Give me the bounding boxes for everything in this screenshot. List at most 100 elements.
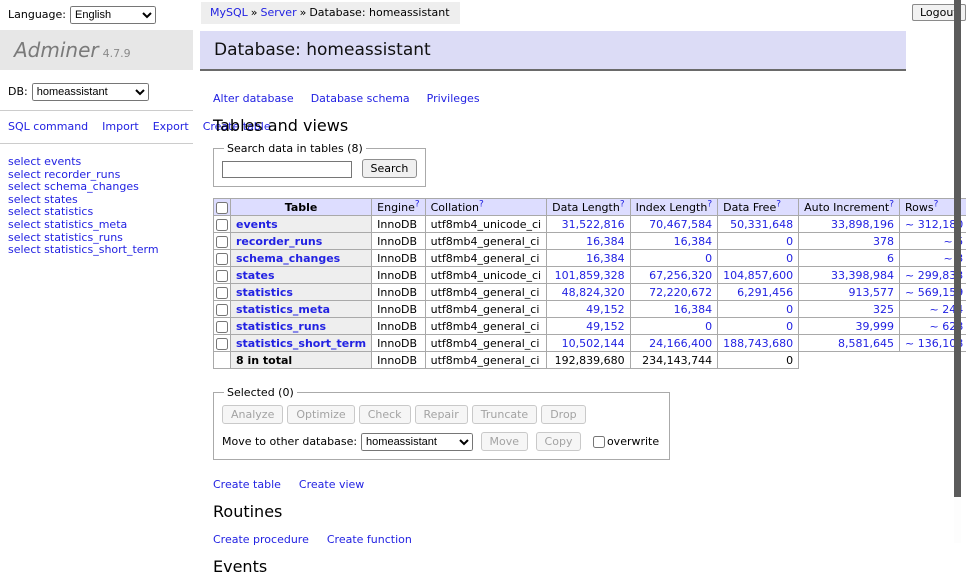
data-length-link[interactable]: 16,384 bbox=[586, 252, 625, 265]
data-free-link[interactable]: 50,331,648 bbox=[730, 218, 793, 231]
move-database-select[interactable]: homeassistant bbox=[361, 433, 473, 451]
data-free-link[interactable]: 0 bbox=[786, 252, 793, 265]
index-length-link[interactable]: 72,220,672 bbox=[649, 286, 712, 299]
index-length-link[interactable]: 67,256,320 bbox=[649, 269, 712, 282]
move-button[interactable]: Move bbox=[481, 432, 529, 451]
help-icon[interactable]: ? bbox=[479, 199, 484, 209]
data-length-link[interactable]: 48,824,320 bbox=[562, 286, 625, 299]
drop-button[interactable]: Drop bbox=[541, 405, 585, 424]
row-checkbox[interactable] bbox=[216, 304, 228, 316]
row-checkbox[interactable] bbox=[216, 253, 228, 265]
index-length-link[interactable]: 16,384 bbox=[674, 303, 713, 316]
repair-button[interactable]: Repair bbox=[415, 405, 468, 424]
row-checkbox[interactable] bbox=[216, 270, 228, 282]
table-name-link[interactable]: events bbox=[236, 218, 278, 231]
data-length-link[interactable]: 31,522,816 bbox=[562, 218, 625, 231]
search-input[interactable] bbox=[222, 161, 352, 178]
alter-database-link[interactable]: Alter database bbox=[213, 92, 294, 105]
data-length-link[interactable]: 49,152 bbox=[586, 320, 625, 333]
sidebar-select-link[interactable]: select events bbox=[8, 156, 193, 169]
table-name-link[interactable]: statistics_runs bbox=[236, 320, 326, 333]
copy-button[interactable]: Copy bbox=[536, 432, 582, 451]
data-length-link[interactable]: 16,384 bbox=[586, 235, 625, 248]
sidebar-link-sql-command[interactable]: SQL command bbox=[8, 120, 88, 133]
total-index-length: 234,143,744 bbox=[630, 352, 718, 369]
row-checkbox[interactable] bbox=[216, 219, 228, 231]
auto-increment-link[interactable]: 6 bbox=[887, 252, 894, 265]
table-name-link[interactable]: statistics_meta bbox=[236, 303, 330, 316]
index-length-link[interactable]: 24,166,400 bbox=[649, 337, 712, 350]
truncate-button[interactable]: Truncate bbox=[472, 405, 537, 424]
data-free-link[interactable]: 0 bbox=[786, 303, 793, 316]
auto-increment-link[interactable]: 33,898,196 bbox=[831, 218, 894, 231]
table-name-link[interactable]: recorder_runs bbox=[236, 235, 322, 248]
data-length-link[interactable]: 10,502,144 bbox=[562, 337, 625, 350]
overwrite-checkbox[interactable] bbox=[593, 436, 605, 448]
index-length-cell: 0 bbox=[630, 318, 718, 335]
table-name-link[interactable]: statistics bbox=[236, 286, 293, 299]
privileges-link[interactable]: Privileges bbox=[427, 92, 480, 105]
index-length-link[interactable]: 70,467,584 bbox=[649, 218, 712, 231]
help-icon[interactable]: ? bbox=[776, 199, 781, 209]
app-version[interactable]: 4.7.9 bbox=[103, 47, 131, 60]
data-free-link[interactable]: 6,291,456 bbox=[737, 286, 793, 299]
data-free-link[interactable]: 188,743,680 bbox=[723, 337, 793, 350]
auto-increment-link[interactable]: 39,999 bbox=[856, 320, 895, 333]
help-icon[interactable]: ? bbox=[707, 199, 712, 209]
sidebar-link-import[interactable]: Import bbox=[102, 120, 139, 133]
optimize-button[interactable]: Optimize bbox=[287, 405, 354, 424]
auto-increment-link[interactable]: 325 bbox=[873, 303, 894, 316]
table-name-link[interactable]: schema_changes bbox=[236, 252, 340, 265]
index-length-cell: 24,166,400 bbox=[630, 335, 718, 352]
table-name-cell: statistics bbox=[231, 284, 372, 301]
scrollbar-thumb[interactable] bbox=[954, 0, 961, 497]
analyze-button[interactable]: Analyze bbox=[222, 405, 283, 424]
help-icon[interactable]: ? bbox=[620, 199, 625, 209]
data-length-link[interactable]: 49,152 bbox=[586, 303, 625, 316]
auto-increment-link[interactable]: 378 bbox=[873, 235, 894, 248]
data-free-link[interactable]: 0 bbox=[786, 320, 793, 333]
index-length-link[interactable]: 0 bbox=[705, 252, 712, 265]
help-icon[interactable]: ? bbox=[934, 199, 939, 209]
auto-increment-cell: 378 bbox=[799, 233, 900, 250]
row-checkbox[interactable] bbox=[216, 236, 228, 248]
database-schema-link[interactable]: Database schema bbox=[311, 92, 410, 105]
help-icon[interactable]: ? bbox=[889, 199, 894, 209]
auto-increment-link[interactable]: 8,581,645 bbox=[838, 337, 894, 350]
index-length-link[interactable]: 0 bbox=[705, 320, 712, 333]
data-free-link[interactable]: 104,857,600 bbox=[723, 269, 793, 282]
table-name-link[interactable]: statistics_short_term bbox=[236, 337, 366, 350]
select-all-checkbox[interactable] bbox=[216, 202, 228, 214]
search-button[interactable]: Search bbox=[362, 159, 418, 178]
row-checkbox[interactable] bbox=[216, 321, 228, 333]
sidebar-select-link[interactable]: select statistics_meta bbox=[8, 219, 193, 232]
auto-increment-link[interactable]: 913,577 bbox=[849, 286, 895, 299]
row-checkbox[interactable] bbox=[216, 338, 228, 350]
row-checkbox[interactable] bbox=[216, 287, 228, 299]
create-function-link[interactable]: Create function bbox=[327, 533, 412, 546]
app-name[interactable]: Adminer bbox=[14, 38, 99, 62]
breadcrumb-mysql[interactable]: MySQL bbox=[210, 6, 248, 19]
db-select[interactable]: homeassistant bbox=[32, 83, 149, 101]
create-table-link[interactable]: Create table bbox=[213, 478, 281, 491]
breadcrumb-server[interactable]: Server bbox=[261, 6, 297, 19]
auto-increment-link[interactable]: 33,398,984 bbox=[831, 269, 894, 282]
sidebar-link-export[interactable]: Export bbox=[153, 120, 189, 133]
create-procedure-link[interactable]: Create procedure bbox=[213, 533, 309, 546]
table-name-link[interactable]: states bbox=[236, 269, 275, 282]
data-free-link[interactable]: 0 bbox=[786, 235, 793, 248]
data-length-link[interactable]: 101,859,328 bbox=[555, 269, 625, 282]
help-icon[interactable]: ? bbox=[415, 199, 420, 209]
table-row: schema_changesInnoDButf8mb4_general_ci16… bbox=[214, 250, 966, 267]
sidebar-select-link[interactable]: select statistics_short_term bbox=[8, 244, 193, 257]
breadcrumb-current: Database: homeassistant bbox=[309, 6, 449, 19]
check-button[interactable]: Check bbox=[359, 405, 411, 424]
index-length-link[interactable]: 16,384 bbox=[674, 235, 713, 248]
create-view-link[interactable]: Create view bbox=[299, 478, 364, 491]
vertical-scrollbar[interactable] bbox=[954, 0, 961, 543]
column-header-table[interactable]: Table bbox=[231, 199, 372, 216]
language-select[interactable]: English bbox=[70, 6, 156, 24]
sidebar-select-link[interactable]: select schema_changes bbox=[8, 181, 193, 194]
table-name-cell: recorder_runs bbox=[231, 233, 372, 250]
index-length-cell: 67,256,320 bbox=[630, 267, 718, 284]
